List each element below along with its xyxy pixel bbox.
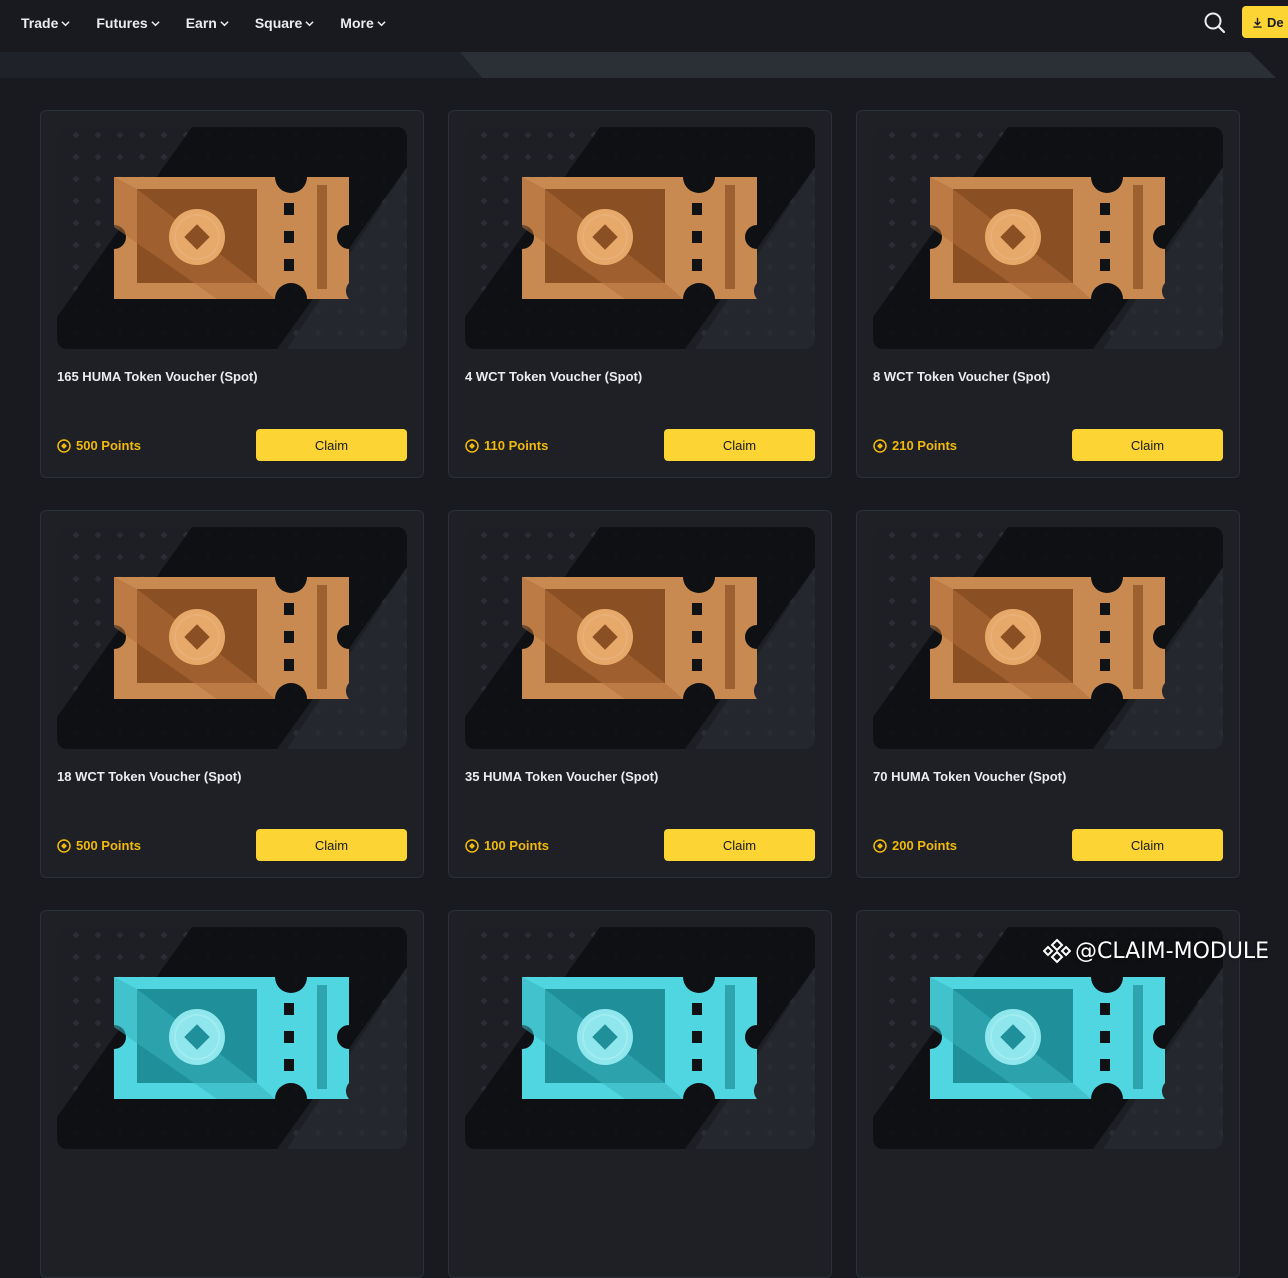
- voucher-card: 4 WCT Token Voucher (Spot) 110 Points Cl…: [448, 110, 832, 478]
- chevron-down-icon: [305, 20, 314, 26]
- claim-button[interactable]: Claim: [664, 429, 815, 461]
- download-label: De: [1267, 14, 1284, 30]
- points-cost: 100 Points: [465, 838, 549, 853]
- points-cost: 200 Points: [873, 838, 957, 853]
- chevron-down-icon: [220, 20, 229, 26]
- voucher-title: 35 HUMA Token Voucher (Spot): [465, 769, 659, 784]
- watermark: @CLAIM-MODULE: [1043, 937, 1269, 965]
- nav-item-label: Futures: [96, 15, 148, 31]
- voucher-card: [448, 910, 832, 1278]
- points-cost: 210 Points: [873, 438, 957, 453]
- chevron-down-icon: [151, 20, 160, 26]
- points-coin-icon: [465, 438, 479, 453]
- voucher-card: 35 HUMA Token Voucher (Spot) 100 Points …: [448, 510, 832, 878]
- main-nav: Trade Futures Earn Square More: [21, 15, 412, 31]
- points-label: 100 Points: [484, 838, 550, 853]
- nav-item-futures[interactable]: Futures: [96, 15, 160, 31]
- chevron-down-icon: [377, 20, 386, 26]
- nav-item-label: Trade: [21, 15, 59, 31]
- voucher-card: 18 WCT Token Voucher (Spot) 500 Points C…: [40, 510, 424, 878]
- points-coin-icon: [465, 838, 479, 853]
- points-cost: 110 Points: [465, 438, 548, 453]
- claim-button[interactable]: Claim: [1072, 829, 1223, 861]
- voucher-image: [57, 927, 407, 1149]
- voucher-title: 70 HUMA Token Voucher (Spot): [873, 769, 1067, 784]
- voucher-image: [57, 127, 407, 349]
- voucher-title: 4 WCT Token Voucher (Spot): [465, 369, 643, 384]
- chevron-down-icon: [61, 20, 70, 26]
- claim-button[interactable]: Claim: [256, 429, 407, 461]
- voucher-card: [40, 910, 424, 1278]
- voucher-card: 70 HUMA Token Voucher (Spot) 200 Points …: [856, 510, 1240, 878]
- banner-edge: [0, 52, 1276, 78]
- points-label: 210 Points: [892, 438, 958, 453]
- nav-item-label: Square: [254, 15, 303, 31]
- points-cost: 500 Points: [57, 838, 141, 853]
- claim-button[interactable]: Claim: [664, 829, 815, 861]
- watermark-text: @CLAIM-MODULE: [1075, 938, 1270, 964]
- points-coin-icon: [57, 838, 71, 853]
- claim-button[interactable]: Claim: [256, 829, 407, 861]
- points-label: 500 Points: [76, 438, 142, 453]
- voucher-card: 8 WCT Token Voucher (Spot) 210 Points Cl…: [856, 110, 1240, 478]
- search-icon[interactable]: [1203, 11, 1227, 35]
- nav-item-label: Earn: [185, 15, 217, 31]
- points-label: 110 Points: [484, 438, 549, 453]
- nav-item-label: More: [340, 15, 374, 31]
- voucher-image: [57, 527, 407, 749]
- voucher-image: [873, 127, 1223, 349]
- points-coin-icon: [873, 438, 887, 453]
- nav-item-earn[interactable]: Earn: [186, 15, 229, 31]
- nav-item-trade[interactable]: Trade: [21, 15, 70, 31]
- nav-item-more[interactable]: More: [340, 15, 386, 31]
- voucher-title: 18 WCT Token Voucher (Spot): [57, 769, 242, 784]
- voucher-image: [465, 527, 815, 749]
- voucher-title: 8 WCT Token Voucher (Spot): [873, 369, 1051, 384]
- points-coin-icon: [57, 438, 71, 453]
- claim-button[interactable]: Claim: [1072, 429, 1223, 461]
- voucher-image: [465, 127, 815, 349]
- voucher-image: [873, 527, 1223, 749]
- nav-item-square[interactable]: Square: [255, 15, 314, 31]
- binance-logo-icon: [1043, 938, 1071, 964]
- voucher-card: [856, 910, 1240, 1278]
- points-cost: 500 Points: [57, 438, 141, 453]
- download-button[interactable]: De: [1242, 6, 1288, 38]
- points-label: 500 Points: [76, 838, 142, 853]
- points-label: 200 Points: [892, 838, 958, 853]
- download-icon: [1253, 17, 1262, 28]
- voucher-image: [465, 927, 815, 1149]
- points-coin-icon: [873, 838, 887, 853]
- voucher-card: 165 HUMA Token Voucher (Spot) 500 Points…: [40, 110, 424, 478]
- voucher-title: 165 HUMA Token Voucher (Spot): [57, 369, 258, 384]
- top-navigation-bar: Trade Futures Earn Square More De: [0, 0, 1288, 46]
